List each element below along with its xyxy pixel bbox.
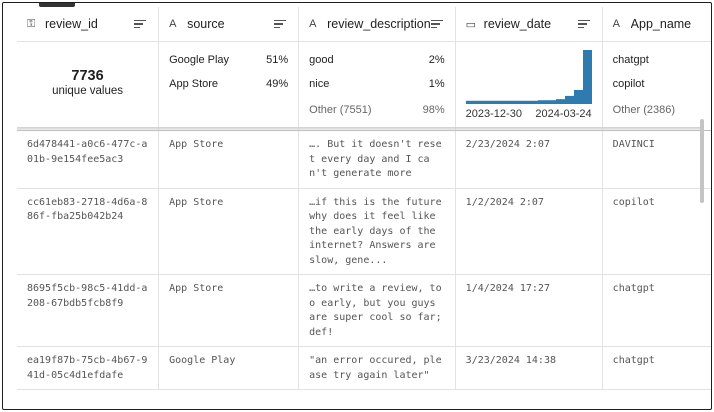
histogram-bar[interactable]	[483, 100, 493, 104]
table-row[interactable]: 6d478441-a0c6-477c-a01b-9e154fee5ac3 App…	[17, 130, 711, 189]
unique-label: unique values	[52, 85, 124, 97]
summary-review-date: 2023-12-30 2024-03-24	[455, 41, 603, 131]
sort-menu-icon[interactable]	[430, 19, 445, 29]
cell-review-id[interactable]: cc61eb83-2718-4d6a-886f-fba25b042b24	[17, 188, 160, 275]
value-frequency-other[interactable]: Other (7551) 98%	[309, 104, 445, 128]
histogram-bar[interactable]	[555, 99, 565, 104]
sort-menu-icon[interactable]	[577, 19, 592, 29]
column-name: source	[187, 17, 225, 31]
histogram-bar[interactable]	[519, 100, 529, 104]
cell-app-name[interactable]: copilot	[602, 188, 711, 275]
summary-app-name: chatgpt copilot Other (2386)	[602, 41, 711, 131]
cell-review-id[interactable]: 6d478441-a0c6-477c-a01b-9e154fee5ac3	[17, 130, 160, 189]
cell-review-description[interactable]: …to write a review, too early, but you g…	[298, 274, 456, 347]
cell-app-name[interactable]: chatgpt	[602, 274, 711, 347]
cell-review-description[interactable]: …if this is the future why does it feel …	[298, 188, 456, 275]
histogram-bar[interactable]	[474, 100, 484, 104]
column-summary-row: 7736 unique values Google Play 51% App St…	[17, 41, 711, 131]
text-type-icon: A	[309, 18, 317, 30]
cell-source[interactable]: App Store	[158, 188, 300, 275]
cell-review-date[interactable]: 1/4/2024 17:27	[455, 274, 603, 347]
histogram-bar[interactable]	[528, 100, 538, 104]
histogram-bar[interactable]	[573, 89, 583, 104]
value-frequency[interactable]: Google Play 51%	[169, 54, 288, 78]
value-frequency-other[interactable]: Other (2386)	[613, 104, 701, 128]
sticky-header-shadow	[17, 127, 701, 132]
key-icon: ⚿	[27, 17, 36, 30]
cell-app-name[interactable]: chatgpt	[602, 346, 711, 390]
text-type-icon: A	[612, 18, 621, 30]
data-table-panel: ⚿ review_id A source A review_descriptio…	[2, 2, 712, 410]
cell-review-description[interactable]: "an error occured, please try again late…	[298, 346, 456, 390]
column-header-review-id[interactable]: ⚿ review_id	[17, 7, 160, 42]
value-frequency[interactable]: App Store 49%	[169, 78, 288, 102]
value-frequency[interactable]: nice 1%	[309, 78, 445, 102]
date-range-end: 2024-03-24	[535, 108, 592, 120]
histogram-bar[interactable]	[501, 100, 511, 104]
data-grid: ⚿ review_id A source A review_descriptio…	[17, 7, 711, 390]
vertical-scrollbar[interactable]	[700, 119, 704, 203]
cell-review-description[interactable]: …. But it doesn't reset every day and I …	[298, 130, 456, 189]
table-row[interactable]: 8695f5cb-98c5-41dd-a208-67bdb5fcb8f9 App…	[17, 274, 711, 347]
cell-review-date[interactable]: 2/23/2024 2:07	[455, 130, 603, 189]
cell-source[interactable]: App Store	[158, 274, 300, 347]
sort-menu-icon[interactable]	[274, 19, 288, 29]
histogram-bar[interactable]	[537, 100, 547, 104]
sort-menu-icon[interactable]	[134, 19, 148, 29]
column-header-review-date[interactable]: ▭ review_date	[455, 7, 603, 42]
calendar-icon: ▭	[465, 18, 477, 31]
histogram-bar[interactable]	[546, 100, 556, 104]
table-row[interactable]: ea19f87b-75cb-4b67-941d-05c4d1efdafe Goo…	[17, 346, 711, 390]
column-header-source[interactable]: A source	[158, 7, 300, 42]
cell-review-date[interactable]: 1/2/2024 2:07	[455, 188, 603, 275]
cell-review-id[interactable]: ea19f87b-75cb-4b67-941d-05c4d1efdafe	[17, 346, 160, 390]
text-type-icon: A	[169, 18, 177, 30]
histogram-bar[interactable]	[510, 100, 520, 104]
column-header-app-name[interactable]: A App_name	[602, 7, 711, 42]
summary-review-id: 7736 unique values	[17, 41, 160, 131]
cell-source[interactable]: App Store	[158, 130, 300, 189]
unique-count: 7736	[71, 68, 104, 84]
column-name: review_date	[483, 17, 552, 31]
column-header-review-description[interactable]: A review_description	[298, 7, 456, 42]
histogram-bar[interactable]	[492, 100, 502, 104]
histogram-bar[interactable]	[465, 100, 475, 104]
cell-review-date[interactable]: 3/23/2024 14:38	[455, 346, 603, 390]
column-name: App_name	[630, 17, 692, 31]
value-frequency[interactable]: copilot	[613, 78, 701, 102]
summary-review-description: good 2% nice 1% Other (7551) 98%	[298, 41, 456, 131]
histogram-bar[interactable]	[582, 50, 592, 104]
column-name: review_id	[45, 17, 98, 31]
date-histogram[interactable]	[465, 48, 592, 104]
value-frequency[interactable]: chatgpt	[613, 54, 701, 78]
summary-source: Google Play 51% App Store 49%	[158, 41, 300, 131]
cell-source[interactable]: Google Play	[158, 346, 300, 390]
date-range-start: 2023-12-30	[465, 108, 522, 120]
column-name: review_description	[327, 17, 431, 31]
histogram-bar[interactable]	[564, 95, 574, 104]
cell-review-id[interactable]: 8695f5cb-98c5-41dd-a208-67bdb5fcb8f9	[17, 274, 160, 347]
cell-app-name[interactable]: DAVINCI	[602, 130, 711, 189]
value-frequency[interactable]: good 2%	[309, 54, 445, 78]
table-row[interactable]: cc61eb83-2718-4d6a-886f-fba25b042b24 App…	[17, 188, 711, 275]
